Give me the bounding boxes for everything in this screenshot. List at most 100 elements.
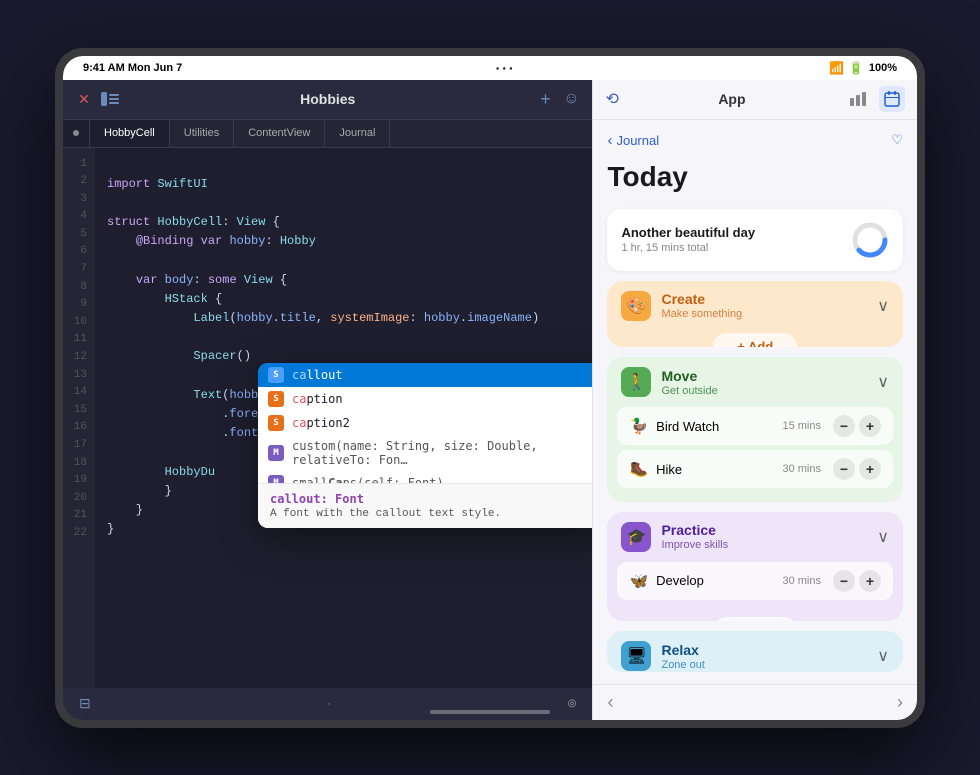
move-title: Move [661,368,717,384]
section-move[interactable]: 🚶 Move Get outside ∨ 🦆 Bir [607,357,903,501]
develop-name: Develop [656,573,774,588]
hike-plus[interactable]: + [859,458,881,480]
relax-subtitle: Zone out [661,659,704,671]
wifi-icon: 📶 [829,61,844,75]
file-tab-first [63,120,90,147]
relax-info: Relax Zone out [661,642,704,671]
close-icon[interactable]: ✕ [75,90,93,108]
journal-toolbar: ⟲ App [593,80,917,120]
ac-badge-s2: S [268,391,284,407]
journal-panel: ⟲ App [592,80,917,720]
next-arrow[interactable]: › [897,692,903,713]
battery-icon: 🔋 [849,61,864,75]
move-sub-items: 🦆 Bird Watch 15 mins − + 🥾 Hike [607,407,903,501]
ac-item-custom[interactable]: M custom(name: String, size: Double, rel… [258,435,592,471]
code-area[interactable]: 12345 678910 1112131415 1617181920 2122 … [63,148,592,688]
tab-journal[interactable]: Journal [325,120,390,147]
ac-detail-title: callout: Font [270,492,592,506]
chart-icon[interactable] [845,86,871,112]
develop-stepper[interactable]: − + [833,570,881,592]
prev-arrow[interactable]: ‹ [607,692,613,713]
hike-name: Hike [656,462,774,477]
practice-add-row: + Add [607,615,903,622]
create-subtitle: Make something [661,308,742,320]
ac-badge-s3: S [268,415,284,431]
relax-chevron[interactable]: ∨ [877,646,889,666]
journal-content[interactable]: ‹ Journal ♡ Today Another beautiful day … [593,120,917,684]
autocomplete-popup[interactable]: S callout ⇥ S caption S caption2 [258,363,592,528]
summary-title: Another beautiful day [621,225,755,240]
relax-icon: 🖥 [621,641,651,671]
hike-minus[interactable]: − [833,458,855,480]
birdwatch-plus[interactable]: + [859,415,881,437]
tab-contentview[interactable]: ContentView [234,120,325,147]
ac-badge-m2: M [268,475,284,483]
list-item[interactable]: 🥾 Hike 30 mins − + [617,450,893,488]
section-move-header[interactable]: 🚶 Move Get outside ∨ [607,357,903,407]
section-practice[interactable]: 🎓 Practice Improve skills ∨ 🦋 [607,512,903,622]
section-relax[interactable]: 🖥 Relax Zone out ∨ [607,631,903,671]
editor-bottom-bar: ⊟ · ◎ [63,688,592,720]
birdwatch-stepper[interactable]: − + [833,415,881,437]
practice-chevron[interactable]: ∨ [877,527,889,547]
create-title: Create [661,291,742,307]
home-indicator [430,710,550,714]
ac-item-smallcaps[interactable]: M smallCaps(self: Font) [258,471,592,483]
develop-plus[interactable]: + [859,570,881,592]
ac-item-caption[interactable]: S caption [258,387,592,411]
editor-panel: ✕ Hobbies + ☺ [63,80,592,720]
section-practice-header[interactable]: 🎓 Practice Improve skills ∨ [607,512,903,562]
birdwatch-time: 15 mins [782,420,821,432]
tab-hobbycell[interactable]: HobbyCell [90,120,170,147]
ac-item-callout[interactable]: S callout ⇥ [258,363,592,387]
file-tabs: HobbyCell Utilities ContentView Journal [63,120,592,148]
ipad-frame: 9:41 AM Mon Jun 7 ··· 📶 🔋 100% ✕ [55,48,925,728]
hike-icon: 🥾 [629,460,648,478]
toolbar-right: + ☺ [536,90,580,108]
add-file-icon[interactable]: + [536,90,554,108]
practice-info: Practice Improve skills [661,522,728,551]
list-item[interactable]: 🦆 Bird Watch 15 mins − + [617,407,893,445]
create-chevron[interactable]: ∨ [877,296,889,316]
relax-title: Relax [661,642,704,658]
editor-toolbar: ✕ Hobbies + ☺ [63,80,592,120]
ac-detail-desc: A font with the callout text style. [270,508,592,520]
move-subtitle: Get outside [661,385,717,397]
status-bar: 9:41 AM Mon Jun 7 ··· 📶 🔋 100% [63,56,917,80]
practice-add-button[interactable]: + Add [713,617,797,622]
tab-utilities[interactable]: Utilities [170,120,234,147]
console-icon[interactable]: ⊟ [79,695,91,712]
hike-stepper[interactable]: − + [833,458,881,480]
section-relax-header[interactable]: 🖥 Relax Zone out ∨ [607,631,903,671]
develop-minus[interactable]: − [833,570,855,592]
practice-title: Practice [661,522,728,538]
create-info: Create Make something [661,291,742,320]
rotate-icon[interactable]: ⟲ [605,89,618,109]
back-label[interactable]: Journal [616,133,659,148]
app-label: App [627,91,837,107]
practice-subtitle: Improve skills [661,539,728,551]
debug-indicator: ◎ [568,698,577,709]
section-create[interactable]: 🎨 Create Make something ∨ + Add [607,281,903,348]
main-area: ✕ Hobbies + ☺ [63,80,917,720]
create-add-button[interactable]: + Add [713,333,797,348]
move-chevron[interactable]: ∨ [877,372,889,392]
smiley-icon[interactable]: ☺ [562,90,580,108]
section-create-header[interactable]: 🎨 Create Make something ∨ [607,281,903,331]
ipad-screen: 9:41 AM Mon Jun 7 ··· 📶 🔋 100% ✕ [63,56,917,720]
editor-title: Hobbies [129,91,526,107]
birdwatch-icon: 🦆 [629,417,648,435]
birdwatch-name: Bird Watch [656,419,774,434]
summary-subtitle: 1 hr, 15 mins total [621,242,755,254]
back-nav[interactable]: ‹ Journal ♡ [607,132,903,149]
list-item[interactable]: 🦋 Develop 30 mins − + [617,562,893,600]
heart-icon[interactable]: ♡ [891,132,903,148]
line-numbers: 12345 678910 1112131415 1617181920 2122 [63,148,95,688]
birdwatch-minus[interactable]: − [833,415,855,437]
calendar-icon[interactable] [879,86,905,112]
ac-badge-m1: M [268,445,284,461]
ac-item-caption2[interactable]: S caption2 [258,411,592,435]
summary-text: Another beautiful day 1 hr, 15 mins tota… [621,225,755,254]
toolbar-left: ✕ [75,90,119,108]
sidebar-toggle-icon[interactable] [101,90,119,108]
